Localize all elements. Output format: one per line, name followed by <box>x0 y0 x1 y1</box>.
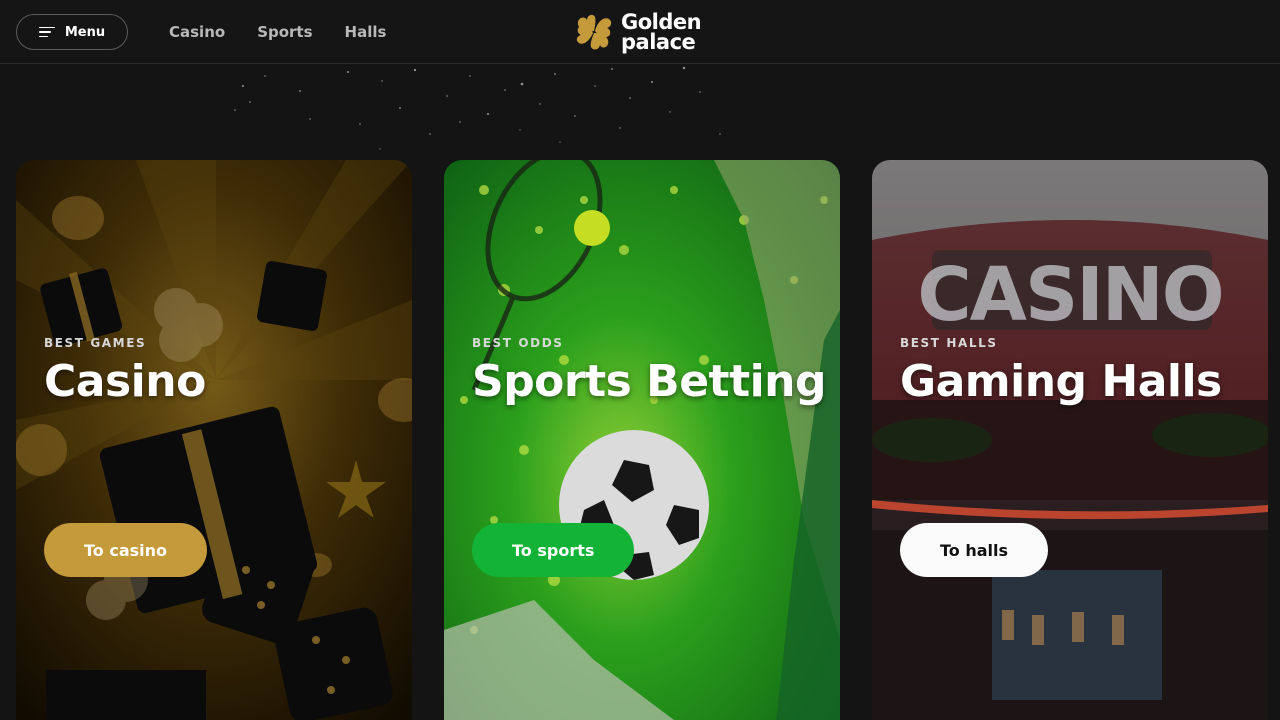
menu-button[interactable]: Menu <box>16 14 128 50</box>
sports-card-background <box>444 160 840 720</box>
casino-title: Casino <box>44 356 206 407</box>
clover-logo-icon <box>576 14 612 50</box>
nav-link-halls[interactable]: Halls <box>345 23 387 41</box>
to-sports-button[interactable]: To sports <box>472 523 635 577</box>
halls-title: Gaming Halls <box>900 356 1222 407</box>
nav-link-sports[interactable]: Sports <box>257 23 312 41</box>
casino-eyebrow: BEST GAMES <box>44 336 147 350</box>
top-navigation-bar: Menu Casino Sports Halls Golden palace <box>0 0 1280 64</box>
to-casino-button[interactable]: To casino <box>44 523 208 577</box>
menu-button-label: Menu <box>64 24 106 40</box>
nav-link-casino[interactable]: Casino <box>169 23 225 41</box>
hamburger-icon <box>38 26 55 38</box>
sports-title: Sports Betting <box>472 356 827 407</box>
halls-eyebrow: BEST HALLS <box>900 336 998 350</box>
golden-palace-logo[interactable]: Golden palace <box>573 10 702 54</box>
casino-card-background <box>16 160 412 720</box>
main-nav: Casino Sports Halls <box>169 0 386 64</box>
halls-card: CASINO BEST HALLS Gaming Halls To halls <box>872 160 1268 720</box>
logo-line-1: Golden <box>621 10 702 34</box>
logo-line-2: palace <box>621 30 696 54</box>
sports-eyebrow: BEST ODDS <box>472 336 564 350</box>
casino-card: BEST GAMES Casino To casino <box>16 160 412 720</box>
to-halls-button[interactable]: To halls <box>900 523 1049 577</box>
halls-card-background: CASINO <box>872 160 1268 720</box>
sports-card: BEST ODDS Sports Betting To sports <box>444 160 840 720</box>
logo-wordmark: Golden palace <box>621 10 702 54</box>
